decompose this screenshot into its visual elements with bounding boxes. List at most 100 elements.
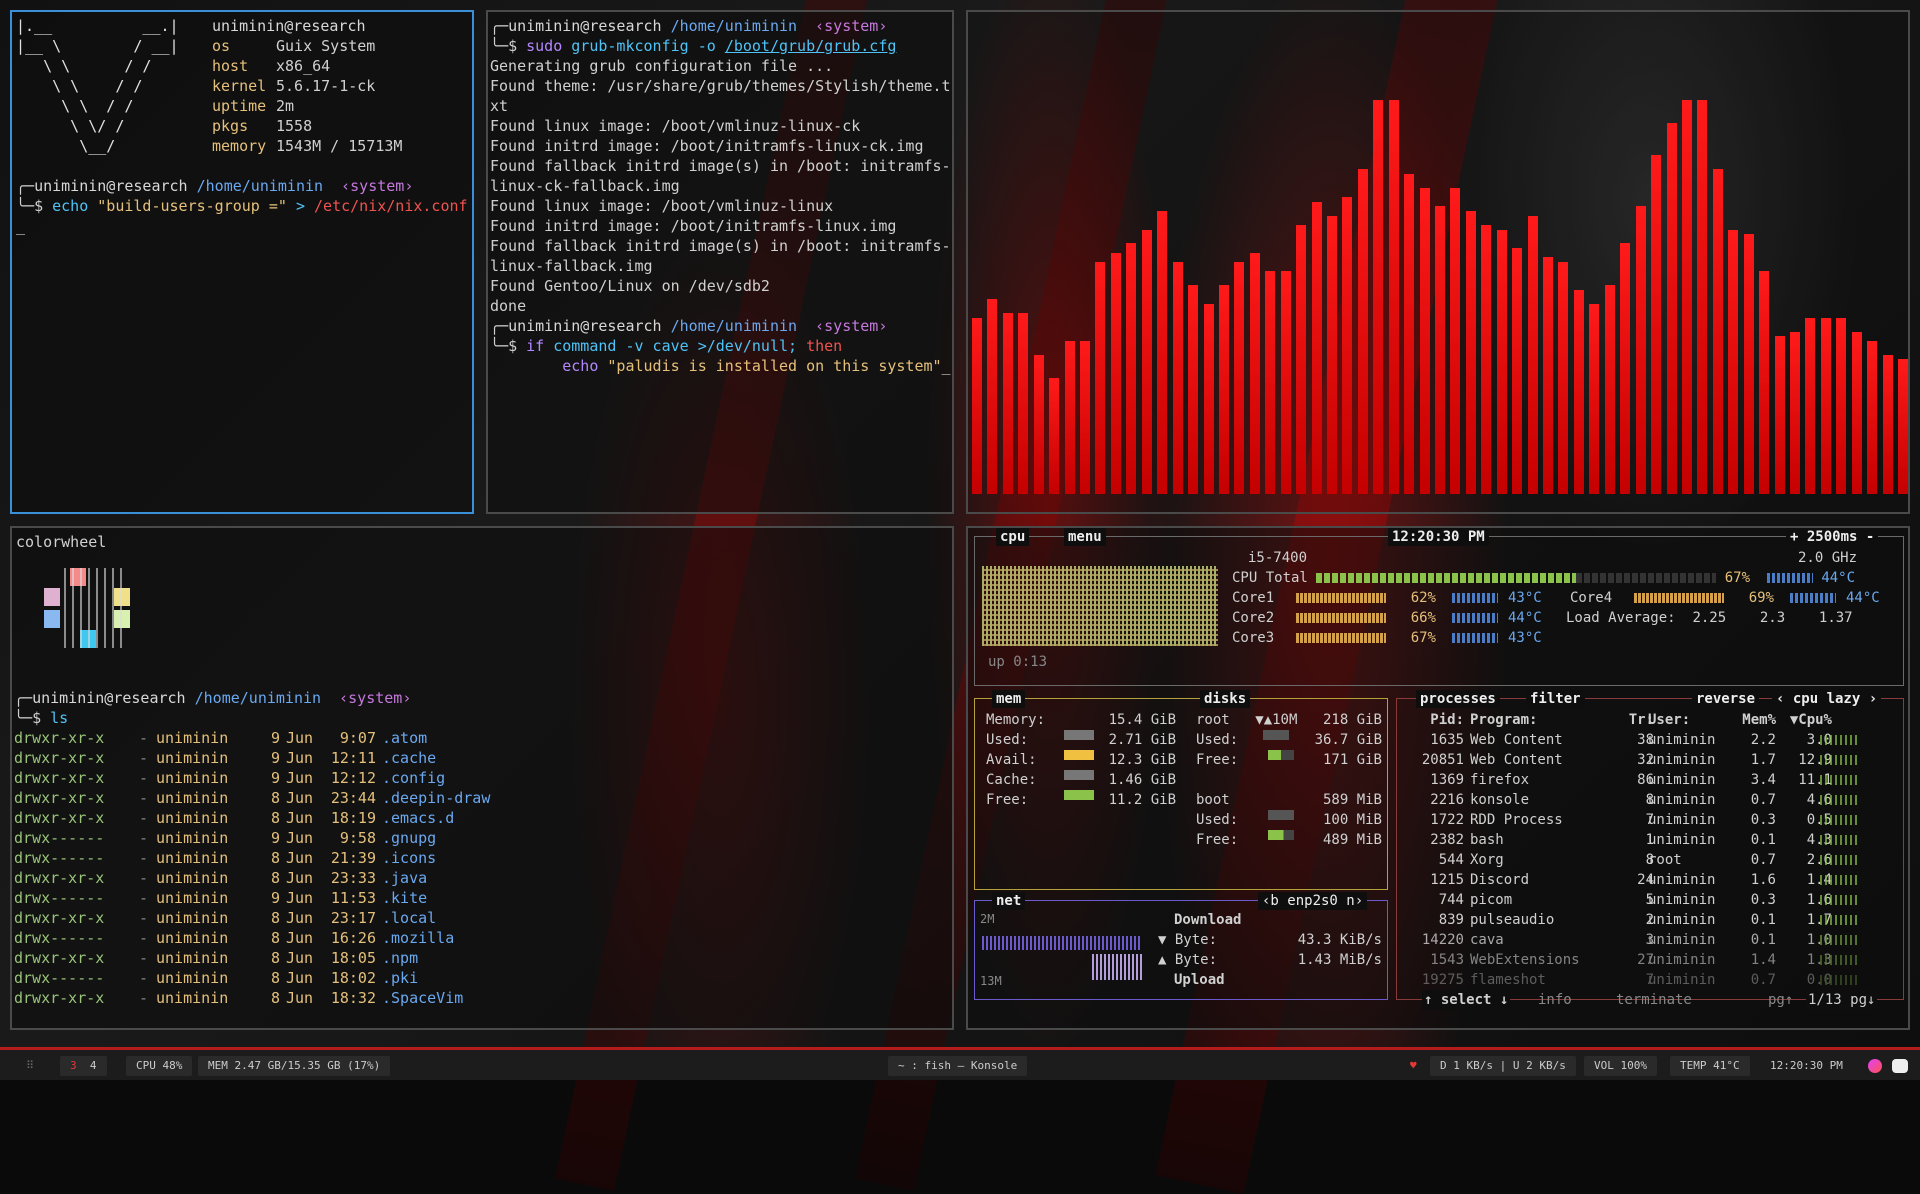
table-row[interactable]: 1215Discord24uniminin1.61.4 — [1404, 870, 1900, 890]
proc-select[interactable]: ↑ select ↓ — [1422, 990, 1511, 1010]
cava-bar — [1712, 169, 1723, 494]
table-row[interactable]: 2216konsole8uniminin0.74.6 — [1404, 790, 1900, 810]
table-row[interactable]: 544Xorg8root0.72.6 — [1404, 850, 1900, 870]
list-item: drwx------ - uniminin 8 Jun 16:26 .mozilla — [14, 928, 490, 948]
neofetch-row: host x86_64 — [212, 56, 402, 76]
cava-bar — [1280, 271, 1291, 494]
neofetch-value: 2m — [276, 97, 295, 115]
command-flag: -o — [697, 37, 716, 55]
proc-user: uniminin — [1648, 812, 1716, 828]
list-item: drwx------ - uniminin 9 Jun 9:58 .gnupg — [14, 828, 490, 848]
prompt-user: uniminin@research — [508, 317, 662, 335]
neofetch-row: pkgs 1558 — [212, 116, 402, 136]
net-download-label: Download — [1174, 912, 1242, 928]
column-header[interactable]: Mem% — [1732, 710, 1776, 730]
net-down-label: ▼ Byte: — [1158, 932, 1218, 948]
table-row[interactable]: 744picom5uniminin0.31.6 — [1404, 890, 1900, 910]
month: Jun — [286, 949, 314, 967]
disk-root-free: 171 GiB — [1322, 752, 1382, 768]
cava-bar — [1188, 285, 1199, 494]
colorwheel-graphic — [30, 568, 130, 668]
cpu-graph — [982, 556, 1218, 656]
owner: uniminin — [156, 849, 229, 867]
logo-line: \ \ / / — [16, 57, 152, 75]
proc-user: uniminin — [1648, 732, 1716, 748]
cava-bar — [1759, 271, 1770, 494]
prompt-user: uniminin@research — [508, 17, 662, 35]
owner: uniminin — [156, 889, 229, 907]
output-line: Found fallback initrd image(s) in /boot:… — [490, 237, 951, 255]
proc-page[interactable]: 1/13 pg↓ — [1806, 990, 1878, 1010]
proc-reverse[interactable]: reverse — [1692, 690, 1760, 708]
workspace-next[interactable]: 4 — [90, 1059, 97, 1072]
workspaces[interactable]: 3 4 — [60, 1056, 107, 1076]
neofetch-key: memory — [212, 137, 267, 155]
table-row[interactable]: 1543WebExtensions27uniminin1.41.3 — [1404, 950, 1900, 970]
proc-page-up[interactable]: pg↑ — [1768, 990, 1793, 1010]
mem-key: Avail: — [986, 752, 1037, 768]
tab-processes[interactable]: processes — [1416, 690, 1500, 708]
terminal-neofetch[interactable]: |.__ __.| |__ \ / __| \ \ / / \ \ / / \ \… — [10, 10, 474, 514]
update-interval[interactable]: + 2500ms - — [1786, 528, 1879, 546]
logo-line: |__ \ / __| — [16, 37, 179, 55]
cpu-stats: CPU Total 67% 44°C — [1232, 568, 1902, 588]
net-stats: Download ▼ Byte: 43.3 KiB/s ▲ Byte: 1.43 M… — [1158, 910, 1382, 990]
volume-indicator[interactable]: VOL 100% — [1584, 1056, 1657, 1076]
owner: uniminin — [156, 929, 229, 947]
tray-app-icon[interactable] — [1868, 1059, 1882, 1073]
tab-disks[interactable]: disks — [1200, 690, 1251, 708]
tab-cpu[interactable]: cpu — [996, 528, 1030, 546]
table-row[interactable]: 19275flameshot7uniminin0.70.0 — [1404, 970, 1900, 990]
disk-root-used: 36.7 GiB — [1314, 732, 1382, 748]
column-header[interactable]: ▼Cpu% — [1772, 710, 1832, 730]
table-row[interactable]: 2382bash1uniminin0.14.3 — [1404, 830, 1900, 850]
cava-bar — [1573, 290, 1584, 494]
proc-filter[interactable]: filter — [1526, 690, 1585, 708]
cava-bar — [1018, 313, 1029, 494]
neofetch-key: kernel — [212, 77, 267, 95]
neofetch-key: host — [212, 57, 249, 75]
table-row[interactable]: 14220cava3uniminin0.11.0 — [1404, 930, 1900, 950]
workspace-active[interactable]: 3 — [70, 1059, 77, 1072]
tab-net[interactable]: net — [992, 892, 1026, 910]
btop-monitor[interactable]: cpu menu 12:20:30 PM + 2500ms - up 0:13 … — [966, 526, 1910, 1030]
list-item: drwxr-xr-x - uniminin 8 Jun 23:17 .local — [14, 908, 490, 928]
permissions: drwxr-xr-x — [14, 789, 105, 807]
tab-menu[interactable]: menu — [1064, 528, 1106, 546]
load-5: 2.3 — [1759, 610, 1786, 626]
tab-mem[interactable]: mem — [992, 690, 1026, 708]
proc-pid: 2216 — [1430, 792, 1464, 808]
table-row[interactable]: 20851 Web Content 32 uniminin 1.7 12.9 — [1404, 750, 1900, 770]
table-row[interactable]: 1369 firefox 86 uniminin 3.4 11.1 — [1404, 770, 1900, 790]
terminal-grub[interactable]: ╭─uniminin@research /home/uniminin ‹syst… — [486, 10, 954, 514]
file-name: .cache — [382, 749, 437, 767]
disk-root-io: ▼▲10M — [1255, 712, 1298, 728]
mem-key: Used: — [986, 732, 1029, 748]
neofetch-row: kernel 5.6.17-1-ck — [212, 76, 402, 96]
net-indicator: D 1 KB/s | U 2 KB/s — [1430, 1056, 1576, 1076]
column-header[interactable]: Program: — [1470, 710, 1610, 730]
proc-sort-mode[interactable]: ‹ cpu lazy › — [1772, 690, 1882, 708]
table-row[interactable]: 1635Web Content38uniminin2.23.0 — [1404, 730, 1900, 750]
proc-info[interactable]: info — [1538, 990, 1572, 1010]
table-row[interactable]: 839pulseaudio2uniminin0.11.7 — [1404, 910, 1900, 930]
proc-prog: cava — [1470, 932, 1504, 948]
owner: uniminin — [156, 829, 229, 847]
prompt-path: /home/uniminin — [196, 177, 324, 195]
terminal-ls[interactable]: colorwheel ╭─uniminin@research /home/uni… — [10, 526, 954, 1030]
proc-cpu-graph — [1820, 915, 1860, 925]
permissions: drwxr-xr-x — [14, 769, 105, 787]
output-line: xt — [490, 97, 509, 115]
disk-free-label: Free: — [1196, 832, 1239, 848]
column-header[interactable]: Pid: — [1404, 710, 1464, 730]
permissions: drwx------ — [14, 829, 105, 847]
discord-icon[interactable] — [1892, 1059, 1908, 1073]
column-header[interactable]: User: — [1648, 710, 1738, 730]
proc-prog: firefox — [1470, 772, 1530, 788]
proc-terminate[interactable]: terminate — [1616, 990, 1692, 1010]
table-row[interactable]: 1722RDD Process7uniminin0.30.5 — [1404, 810, 1900, 830]
load-15: 1.37 — [1818, 610, 1853, 626]
month: Jun — [286, 829, 314, 847]
net-interface[interactable]: ‹b enp2s0 n› — [1258, 892, 1368, 910]
workspace-grid-icon[interactable]: ⠿ — [16, 1056, 44, 1076]
